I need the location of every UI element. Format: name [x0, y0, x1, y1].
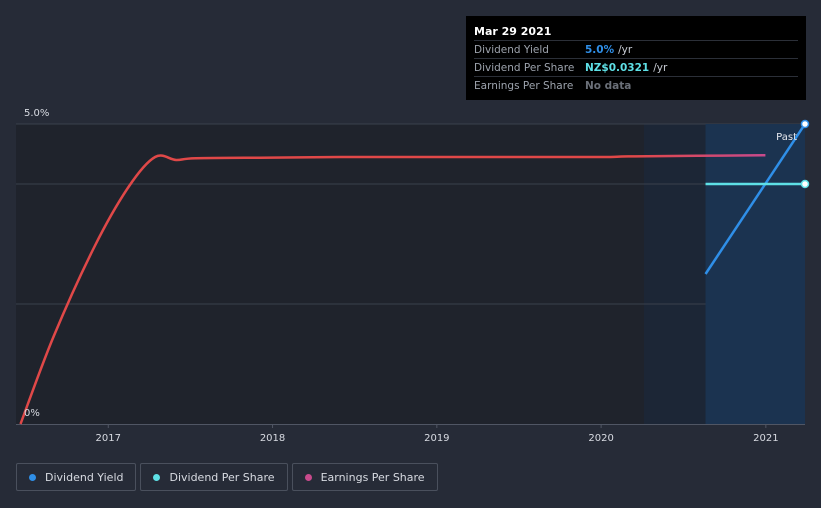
- dividend-yield-area: [705, 124, 805, 424]
- tooltip-value: 5.0%: [585, 43, 615, 56]
- x-tick-label: 2021: [753, 433, 778, 444]
- dot-icon: [304, 473, 312, 481]
- dividend-per-share-endpoint: [800, 179, 810, 189]
- legend-item-dividend-yield[interactable]: Dividend Yield: [16, 463, 137, 491]
- tooltip-label: Dividend Per Share: [474, 61, 575, 74]
- tooltip-unit: /yr: [618, 43, 633, 56]
- tooltip-row-earnings-per-share: Earnings Per Share No data: [474, 76, 798, 94]
- x-tick-label: 2020: [588, 433, 613, 444]
- dividend-yield-endpoint: [800, 119, 810, 129]
- legend-label: Earnings Per Share: [320, 470, 425, 484]
- x-tick-label: 2019: [424, 433, 449, 444]
- y-tick-label: 5.0%: [24, 108, 49, 119]
- dot-icon: [29, 473, 36, 481]
- tooltip-row-dividend-per-share: Dividend Per Share NZ$0.0321 /yr: [474, 58, 798, 76]
- tooltip-label: Dividend Yield: [474, 43, 549, 56]
- x-tick-label: 2018: [260, 433, 285, 444]
- tooltip: Mar 29 2021 Dividend Yield 5.0% /yr Divi…: [466, 16, 806, 100]
- past-label: Past: [776, 132, 797, 143]
- tooltip-label: Earnings Per Share: [474, 79, 574, 92]
- legend-item-earnings-per-share[interactable]: Earnings Per Share: [291, 463, 438, 491]
- legend-item-dividend-per-share[interactable]: Dividend Per Share: [140, 463, 288, 491]
- tooltip-row-dividend-yield: Dividend Yield 5.0% /yr: [474, 40, 798, 58]
- legend-label: Dividend Per Share: [169, 470, 275, 484]
- plot-background: [16, 124, 644, 424]
- x-tick-label: 2017: [96, 433, 121, 444]
- tooltip-value: No data: [585, 79, 632, 92]
- tooltip-unit: /yr: [653, 61, 668, 74]
- legend-label: Dividend Yield: [45, 470, 124, 484]
- tooltip-date: Mar 29 2021: [474, 25, 552, 38]
- legend: Dividend Yield Dividend Per Share Earnin…: [16, 463, 438, 491]
- tooltip-value: NZ$0.0321: [585, 61, 650, 74]
- dot-icon: [153, 473, 161, 481]
- y-tick-label: 0%: [24, 408, 40, 419]
